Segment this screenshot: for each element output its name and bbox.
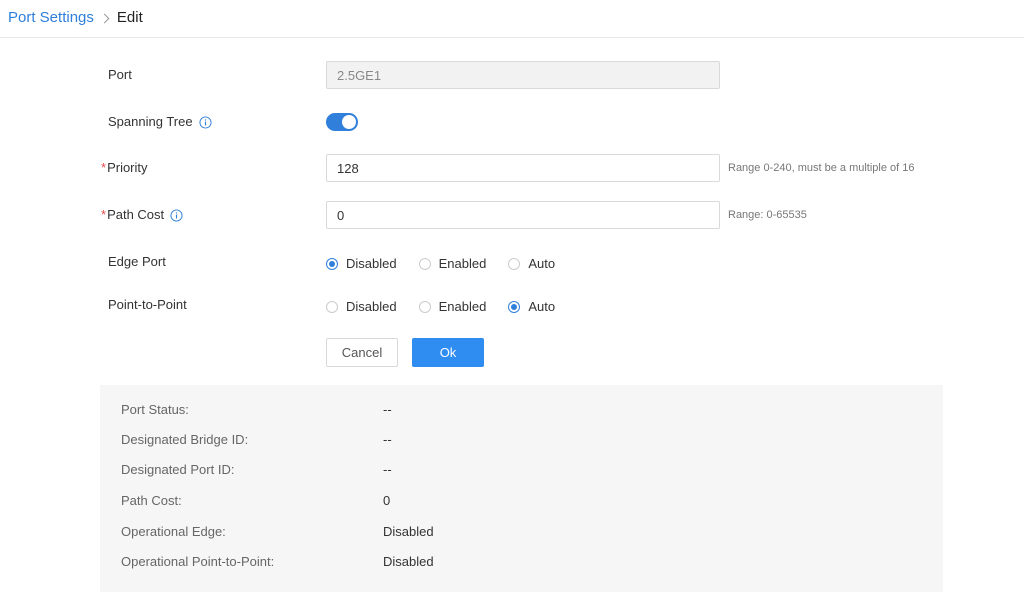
priority-label-text: Priority (107, 160, 148, 175)
breadcrumb-port-settings-link[interactable]: Port Settings (8, 8, 94, 28)
port-label: Port (108, 66, 132, 84)
point-to-point-option-disabled[interactable]: Disabled (326, 299, 397, 314)
port-input (326, 61, 720, 89)
radio-button[interactable] (508, 257, 521, 270)
radio-label: Disabled (346, 299, 397, 314)
radio-label: Enabled (438, 256, 487, 271)
operational-p2p-label: Operational Point-to-Point: (121, 554, 275, 569)
spanning-tree-label: Spanning Tree (108, 113, 212, 131)
point-to-point-radio-group: Disabled Enabled Auto (326, 299, 577, 314)
chevron-right-icon (99, 13, 110, 23)
info-circle-icon[interactable] (170, 208, 183, 222)
spanning-tree-toggle[interactable] (326, 113, 358, 131)
point-to-point-option-enabled[interactable]: Enabled (418, 299, 487, 314)
port-status-value: -- (383, 402, 392, 417)
point-to-point-label: Point-to-Point (108, 296, 187, 314)
ok-button[interactable]: Ok (412, 338, 484, 367)
radio-button[interactable] (418, 300, 431, 313)
radio-button[interactable] (326, 257, 338, 270)
cancel-button[interactable]: Cancel (326, 338, 398, 367)
edge-port-option-enabled[interactable]: Enabled (418, 256, 487, 271)
radio-button[interactable] (508, 300, 521, 313)
info-circle-icon[interactable] (199, 115, 212, 129)
port-status-label: Port Status: (121, 402, 189, 417)
breadcrumb-current: Edit (116, 9, 143, 26)
edge-port-option-disabled[interactable]: Disabled (326, 256, 397, 271)
path-cost-label-text: Path Cost (107, 207, 165, 222)
required-mark: * (101, 207, 107, 222)
operational-edge-label: Operational Edge: (121, 524, 226, 539)
operational-edge-value: Disabled (383, 524, 434, 539)
path-cost-status-label: Path Cost: (121, 493, 182, 508)
radio-label: Enabled (438, 299, 487, 314)
required-mark: * (101, 160, 107, 175)
point-to-point-option-auto[interactable]: Auto (508, 299, 555, 314)
radio-button[interactable] (418, 257, 431, 270)
radio-label: Auto (528, 299, 556, 314)
path-cost-label: * Path Cost (101, 206, 183, 224)
priority-hint: Range 0-240, must be a multiple of 16 (728, 162, 915, 174)
designated-bridge-id-value: -- (383, 432, 392, 447)
path-cost-hint: Range: 0-65535 (728, 209, 807, 221)
path-cost-input[interactable] (326, 201, 720, 229)
toggle-knob (342, 115, 356, 129)
spanning-tree-label-text: Spanning Tree (108, 114, 193, 129)
path-cost-status-value: 0 (383, 493, 391, 508)
designated-port-id-label: Designated Port ID: (121, 462, 235, 477)
edge-port-label: Edge Port (108, 253, 166, 271)
priority-label: * Priority (101, 159, 148, 177)
designated-bridge-id-label: Designated Bridge ID: (121, 432, 249, 447)
edge-port-radio-group: Disabled Enabled Auto (326, 256, 577, 271)
edge-port-label-text: Edge Port (108, 254, 166, 269)
radio-label: Disabled (346, 256, 397, 271)
page-header: Port Settings Edit (0, 0, 1024, 38)
operational-p2p-value: Disabled (383, 554, 434, 569)
radio-label: Auto (528, 256, 556, 271)
point-to-point-label-text: Point-to-Point (108, 297, 187, 312)
priority-input[interactable] (326, 154, 720, 182)
designated-port-id-value: -- (383, 462, 392, 477)
port-label-text: Port (108, 67, 132, 82)
radio-button[interactable] (326, 300, 338, 313)
edge-port-option-auto[interactable]: Auto (508, 256, 555, 271)
port-status-panel: Port Status: -- Designated Bridge ID: --… (100, 385, 943, 592)
breadcrumb: Port Settings Edit (8, 8, 143, 28)
